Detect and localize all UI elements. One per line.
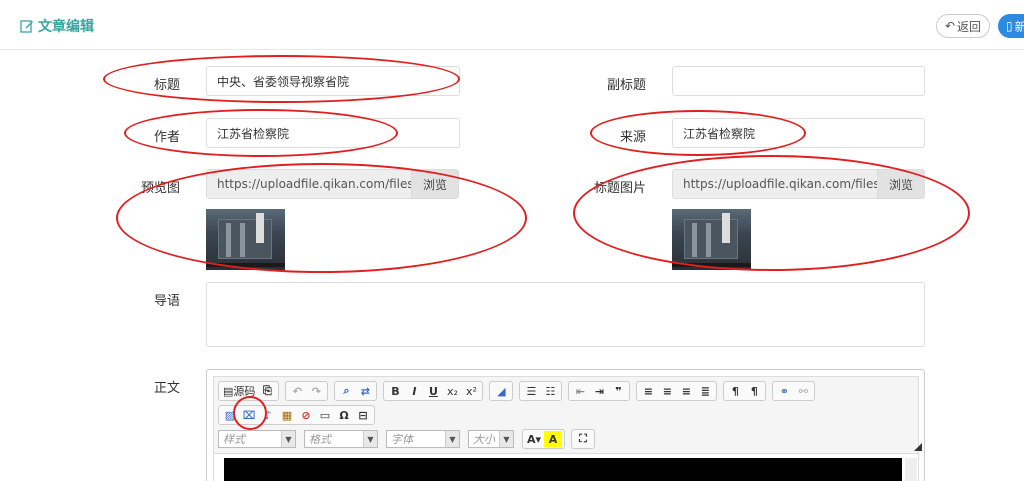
bulleted-list-icon[interactable]: ☷ <box>541 383 559 399</box>
chevron-down-icon: ▼ <box>281 431 295 447</box>
align-center-icon[interactable]: ≡ <box>658 383 676 399</box>
file-icon: ▯ <box>1006 19 1013 33</box>
title-image-browse-button[interactable]: 浏览 <box>877 169 925 199</box>
doc-icon: ▤ <box>223 384 234 398</box>
preview-label: 预览图 <box>140 181 180 196</box>
special-char-icon[interactable]: Ω <box>335 407 353 423</box>
align-right-icon[interactable]: ≡ <box>677 383 695 399</box>
eraser-icon[interactable]: ◢ <box>492 383 510 399</box>
undo-icon: ↶ <box>944 19 956 33</box>
author-label: 作者 <box>153 130 180 145</box>
flash-icon[interactable]: ⌧ <box>240 407 258 423</box>
page-title: 文章编辑 <box>20 16 94 36</box>
styles-combo-text: 样式 <box>223 433 245 446</box>
title-image-label: 标题图片 <box>593 181 646 196</box>
source-button-label: 源码 <box>233 385 256 398</box>
bg-color-icon[interactable]: A <box>544 431 562 447</box>
lead-textarea[interactable] <box>206 282 925 347</box>
superscript-icon[interactable]: x² <box>462 383 480 399</box>
horizontal-rule-icon[interactable]: ▭ <box>316 407 334 423</box>
unlink-icon[interactable]: ⚯ <box>794 383 812 399</box>
preview-path-input[interactable]: https://uploadfile.qikan.com/files/p <box>206 169 411 199</box>
content-video <box>224 458 902 481</box>
numbered-list-icon[interactable]: ☰ <box>522 383 540 399</box>
rtl-icon[interactable]: ¶ <box>745 383 763 399</box>
title-image-file-group: https://uploadfile.qikan.com/files/p 浏览 <box>672 169 925 199</box>
italic-icon[interactable]: I <box>405 383 423 399</box>
font-combo-text: 字体 <box>391 433 413 446</box>
undo-icon[interactable]: ↶ <box>288 383 306 399</box>
bold-icon[interactable]: B <box>386 383 404 399</box>
preview-browse-button[interactable]: 浏览 <box>411 169 459 199</box>
collapse-toolbar-icon[interactable] <box>914 443 922 451</box>
source-input[interactable]: 江苏省检察院 <box>672 118 925 148</box>
chevron-down-icon: ▼ <box>499 431 513 447</box>
source-button[interactable]: ▤ 源码 <box>221 383 257 399</box>
title-input[interactable]: 中央、省委领导视察省院 <box>206 66 460 96</box>
outdent-icon[interactable]: ⇤ <box>571 383 589 399</box>
page-break-icon[interactable]: ⊟ <box>354 407 372 423</box>
rich-text-editor: ▤ 源码 ⎘ ↶ ↷ ⌕ ⇄ B I U x₂ x² ◢ ☰ ☷ ⇤ ⇥ ❞ ≡… <box>206 369 925 481</box>
underline-icon[interactable]: U <box>424 383 442 399</box>
preview-file-group: https://uploadfile.qikan.com/files/p 浏览 <box>206 169 459 199</box>
align-left-icon[interactable]: ≡ <box>639 383 657 399</box>
editor-scrollbar[interactable] <box>905 458 917 481</box>
replace-icon[interactable]: ⇄ <box>356 383 374 399</box>
image-icon[interactable]: ▨ <box>221 407 239 423</box>
link-icon[interactable]: ⚭ <box>775 383 793 399</box>
back-button-label: 返回 <box>957 19 982 34</box>
special-icon[interactable]: ⊘ <box>297 407 315 423</box>
find-icon[interactable]: ⌕ <box>337 383 355 399</box>
subtitle-label: 副标题 <box>606 78 646 93</box>
subscript-icon[interactable]: x₂ <box>443 383 461 399</box>
text-color-icon[interactable]: A▾ <box>525 431 543 447</box>
size-combo-text: 大小 <box>473 433 495 446</box>
page-header: 文章编辑 ↶ 返回 ▯ 新 <box>0 0 1024 50</box>
chevron-down-icon: ▼ <box>445 431 459 447</box>
format-combo[interactable]: 格式 ▼ <box>304 430 378 448</box>
new-button-label: 新 <box>1014 19 1024 34</box>
redo-icon[interactable]: ↷ <box>307 383 325 399</box>
page-title-text: 文章编辑 <box>38 19 94 35</box>
editor-toolbar: ▤ 源码 ⎘ ↶ ↷ ⌕ ⇄ B I U x₂ x² ◢ ☰ ☷ ⇤ ⇥ ❞ ≡… <box>213 376 922 454</box>
format-combo-text: 格式 <box>309 433 331 446</box>
image-upload-icon[interactable]: ▦ <box>278 407 296 423</box>
blockquote-icon[interactable]: ❞ <box>609 383 627 399</box>
body-label: 正文 <box>153 381 180 396</box>
paste-text-icon[interactable]: ⎘ <box>258 383 276 399</box>
chevron-down-icon: ▼ <box>363 431 377 447</box>
title-image-path-input[interactable]: https://uploadfile.qikan.com/files/p <box>672 169 877 199</box>
size-combo[interactable]: 大小 ▼ <box>468 430 514 448</box>
editor-content[interactable] <box>213 454 919 481</box>
indent-icon[interactable]: ⇥ <box>590 383 608 399</box>
source-label: 来源 <box>619 130 646 145</box>
title-label: 标题 <box>153 78 180 93</box>
ltr-icon[interactable]: ¶ <box>726 383 744 399</box>
styles-combo[interactable]: 样式 ▼ <box>218 430 296 448</box>
lead-label: 导语 <box>153 294 180 309</box>
subtitle-input[interactable] <box>672 66 925 96</box>
author-input[interactable]: 江苏省检察院 <box>206 118 460 148</box>
edit-icon <box>20 20 33 33</box>
new-button[interactable]: ▯ 新 <box>998 14 1024 38</box>
video-icon[interactable]: ♪ <box>259 407 277 423</box>
title-image-thumbnail <box>672 209 751 270</box>
maximize-icon[interactable]: ⛶ <box>574 431 592 447</box>
preview-thumbnail <box>206 209 285 270</box>
justify-icon[interactable]: ≣ <box>696 383 714 399</box>
font-combo[interactable]: 字体 ▼ <box>386 430 460 448</box>
back-button[interactable]: ↶ 返回 <box>936 14 990 38</box>
